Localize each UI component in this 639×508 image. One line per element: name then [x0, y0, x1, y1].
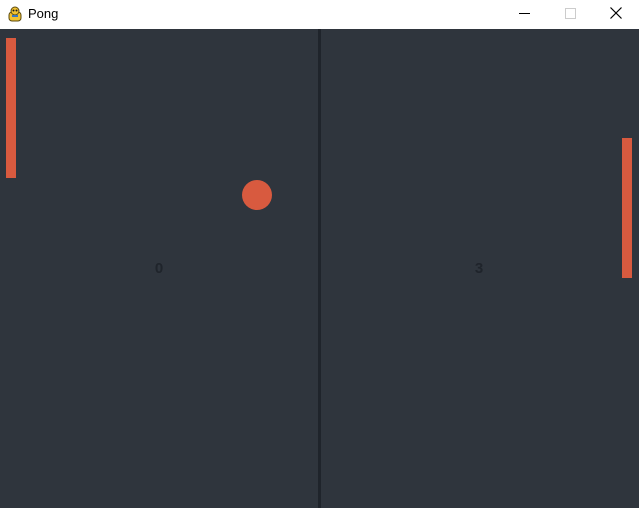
- right-paddle: [622, 138, 632, 278]
- maximize-button[interactable]: [547, 0, 593, 29]
- pong-window: Pong 0 3: [0, 0, 639, 508]
- game-canvas[interactable]: 0 3: [0, 29, 639, 508]
- close-icon: [610, 6, 622, 24]
- title-bar[interactable]: Pong: [0, 0, 639, 29]
- maximize-icon: [564, 6, 576, 24]
- left-score: 0: [154, 260, 164, 277]
- ball: [242, 180, 272, 210]
- window-title: Pong: [28, 6, 59, 21]
- minimize-button[interactable]: [501, 0, 547, 29]
- pygame-snake-icon: [6, 5, 24, 23]
- left-paddle: [6, 38, 16, 178]
- minimize-icon: [518, 6, 530, 24]
- center-divider: [318, 29, 321, 508]
- close-button[interactable]: [593, 0, 639, 29]
- right-score: 3: [474, 260, 484, 277]
